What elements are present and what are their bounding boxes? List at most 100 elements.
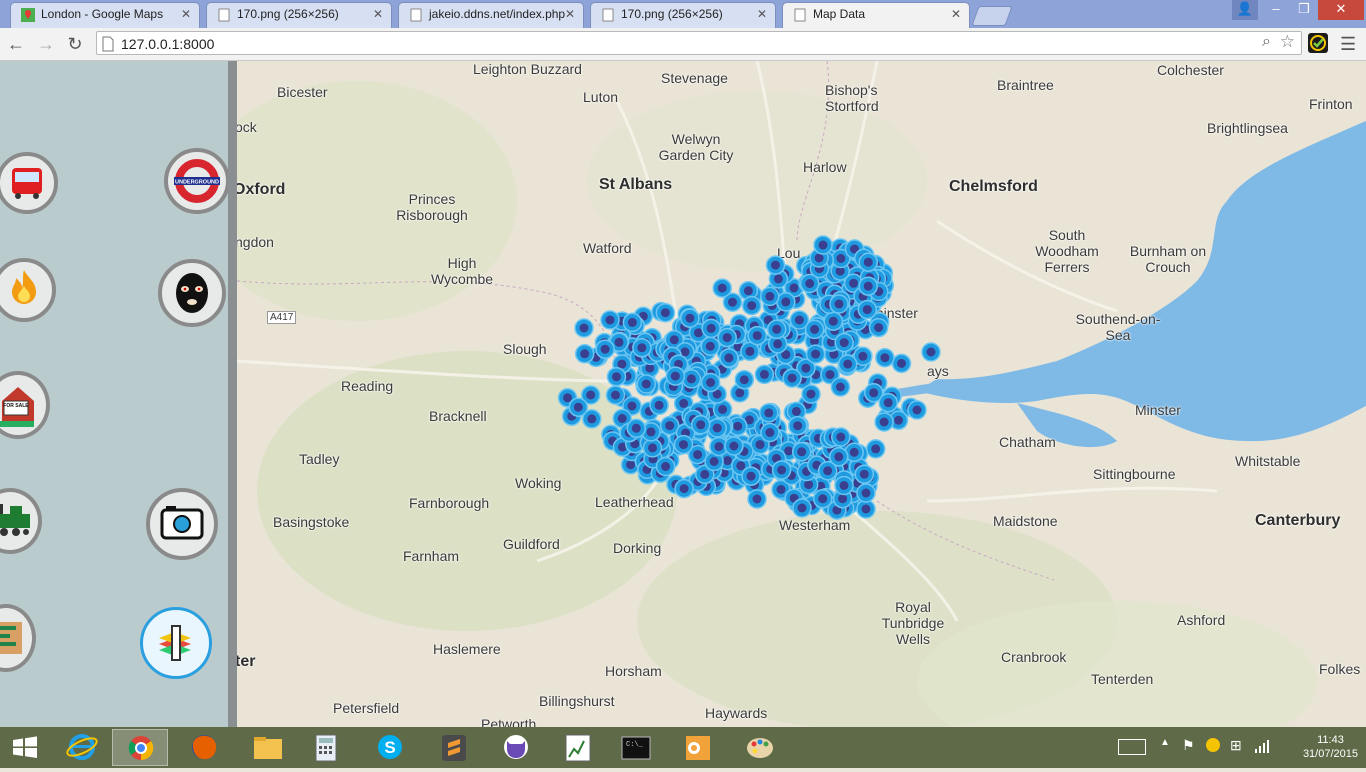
data-marker[interactable]	[700, 372, 721, 393]
data-marker[interactable]	[574, 318, 594, 338]
close-tab-icon[interactable]: ✕	[565, 3, 575, 25]
data-marker[interactable]	[829, 294, 849, 314]
taskbar-sublime-text[interactable]	[426, 729, 482, 766]
data-marker[interactable]	[747, 489, 767, 509]
data-marker[interactable]	[605, 385, 626, 405]
data-marker[interactable]	[804, 319, 825, 340]
taskbar-firefox[interactable]	[176, 729, 232, 766]
underground-layer-button[interactable]: UNDERGROUND	[164, 148, 230, 214]
tab-jakeio[interactable]: jakeio.ddns.net/index.php ✕	[398, 2, 584, 28]
data-marker[interactable]	[741, 466, 761, 486]
data-marker[interactable]	[834, 475, 854, 496]
data-marker[interactable]	[875, 347, 895, 368]
taskbar-paint[interactable]	[732, 729, 788, 766]
extension-icon[interactable]	[1308, 33, 1328, 53]
restore-button[interactable]: ❐	[1290, 0, 1318, 20]
data-marker[interactable]	[690, 415, 711, 435]
taskbar-chrome[interactable]	[112, 729, 168, 766]
data-marker[interactable]	[792, 498, 812, 518]
data-marker[interactable]	[799, 273, 820, 294]
data-marker[interactable]	[719, 348, 739, 368]
data-marker[interactable]	[823, 311, 844, 331]
data-marker[interactable]	[724, 436, 744, 456]
tab-map-data[interactable]: Map Data ✕	[782, 2, 970, 28]
start-button[interactable]	[0, 729, 50, 766]
close-tab-icon[interactable]: ✕	[951, 3, 961, 25]
tray-expand-icon[interactable]: ▲	[1160, 737, 1170, 748]
taskbar-file-explorer[interactable]	[240, 729, 296, 766]
system-clock[interactable]: 11:43 31/07/2015	[1303, 733, 1358, 761]
close-tab-icon[interactable]: ✕	[757, 3, 767, 25]
tab-google-maps[interactable]: London - Google Maps ✕	[10, 2, 200, 28]
data-marker[interactable]	[856, 483, 876, 503]
data-marker[interactable]	[805, 344, 826, 364]
taskbar-internet-explorer[interactable]	[54, 729, 110, 766]
search-icon[interactable]: ⌕	[1262, 33, 1271, 51]
fire-layer-button[interactable]	[0, 258, 56, 322]
data-marker[interactable]	[766, 319, 787, 340]
data-marker[interactable]	[787, 415, 808, 436]
close-window-button[interactable]: ✕	[1318, 0, 1364, 20]
data-marker[interactable]	[606, 366, 627, 387]
data-marker[interactable]	[665, 366, 686, 386]
data-marker[interactable]	[701, 318, 721, 339]
taskbar-chart-app[interactable]	[550, 729, 606, 766]
network-signal-icon[interactable]	[1254, 739, 1270, 758]
taskbar-outlook[interactable]	[670, 729, 726, 766]
close-tab-icon[interactable]: ✕	[181, 3, 191, 25]
new-tab-button[interactable]	[971, 6, 1013, 26]
data-marker[interactable]	[830, 377, 851, 397]
data-marker[interactable]	[858, 276, 878, 296]
tab-170-png-2[interactable]: 170.png (256×256) ✕	[590, 2, 776, 28]
data-marker[interactable]	[771, 460, 792, 480]
train-layer-button[interactable]	[0, 488, 42, 554]
minimize-button[interactable]: ‒	[1262, 0, 1290, 20]
address-bar[interactable]: 127.0.0.1:8000 ⌕ ☆	[96, 31, 1302, 55]
data-marker[interactable]	[907, 400, 927, 420]
data-marker[interactable]	[760, 286, 780, 307]
taskbar-command-prompt[interactable]: C:\_	[608, 729, 664, 766]
data-marker[interactable]	[574, 344, 595, 364]
data-marker[interactable]	[734, 369, 755, 390]
taskbar-skype[interactable]: S	[362, 729, 418, 766]
data-marker[interactable]	[595, 339, 615, 359]
map-layer-button[interactable]	[0, 604, 36, 672]
data-marker[interactable]	[817, 461, 838, 481]
keyboard-icon[interactable]	[1118, 739, 1146, 755]
data-marker[interactable]	[865, 439, 886, 459]
for-sale-layer-button[interactable]: FOR SALE	[0, 371, 50, 439]
data-marker[interactable]	[600, 310, 620, 330]
taskbar-github[interactable]	[488, 729, 544, 766]
data-marker[interactable]	[765, 255, 786, 275]
user-icon[interactable]: 👤	[1232, 0, 1258, 20]
data-marker[interactable]	[622, 312, 643, 333]
data-marker[interactable]	[891, 353, 912, 374]
data-marker[interactable]	[754, 364, 775, 385]
data-marker[interactable]	[626, 418, 647, 439]
camera-layer-button[interactable]	[146, 488, 218, 560]
data-marker[interactable]	[707, 418, 727, 438]
sidebar-divider[interactable]	[228, 61, 237, 727]
map-view[interactable]: Leighton Buzzard Stevenage Bishop's Stor…	[237, 61, 1366, 727]
data-marker[interactable]	[837, 354, 858, 374]
data-marker[interactable]	[878, 392, 898, 413]
bus-layer-button[interactable]	[0, 152, 58, 214]
info-layer-button[interactable]	[140, 607, 212, 679]
data-marker[interactable]	[747, 325, 767, 346]
data-marker[interactable]	[655, 456, 676, 477]
data-marker[interactable]	[632, 338, 652, 358]
data-marker[interactable]	[642, 438, 663, 458]
data-marker[interactable]	[831, 427, 851, 447]
crime-layer-button[interactable]	[158, 259, 226, 327]
data-marker[interactable]	[921, 342, 941, 362]
tab-170-png[interactable]: 170.png (256×256) ✕	[206, 2, 392, 28]
data-marker[interactable]	[655, 302, 676, 323]
data-marker[interactable]	[858, 252, 879, 272]
data-marker[interactable]	[791, 442, 812, 462]
data-marker[interactable]	[868, 317, 889, 338]
data-marker[interactable]	[874, 412, 894, 432]
data-marker[interactable]	[812, 489, 833, 509]
data-marker[interactable]	[712, 278, 732, 298]
data-marker[interactable]	[680, 308, 700, 328]
data-marker[interactable]	[649, 395, 669, 416]
